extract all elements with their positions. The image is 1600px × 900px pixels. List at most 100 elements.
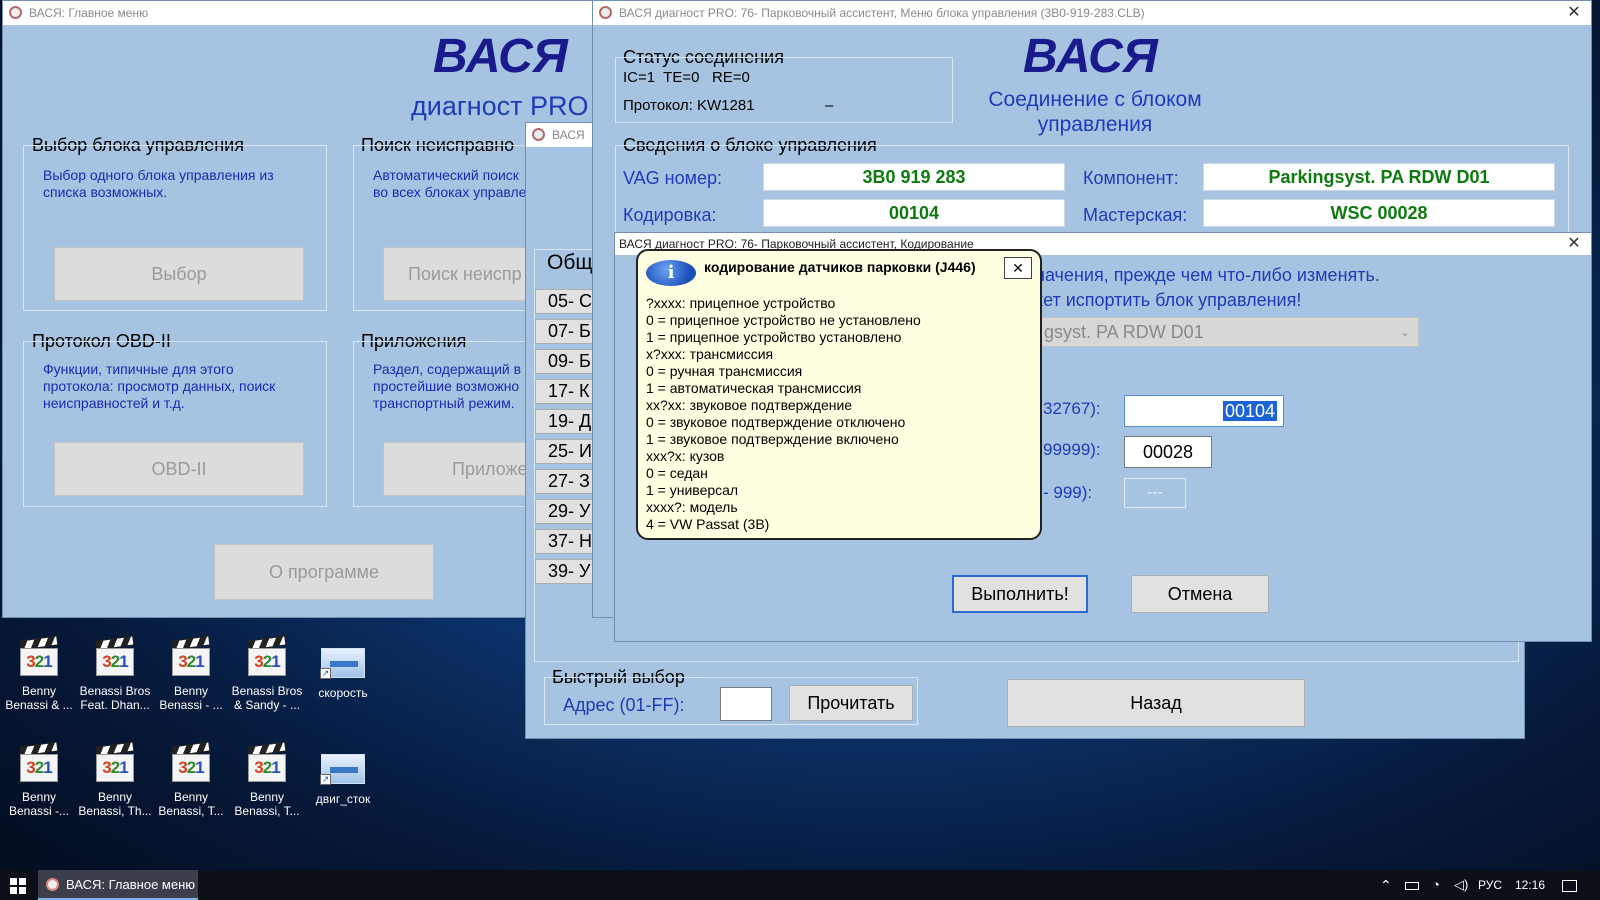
- balloon-title: кодирование датчиков парковки (J446): [704, 259, 976, 275]
- main-menu-window: ВАСЯ: Главное меню ВАСЯ диагност PRO Выб…: [2, 0, 598, 618]
- component-label: Компонент:: [1083, 168, 1179, 188]
- desktop-icon-label: Benassi Bros & Sandy - ...: [231, 684, 303, 712]
- cancel-button[interactable]: Отмена: [1131, 575, 1269, 613]
- desktop-icon[interactable]: 321 Benny Benassi & ...: [0, 635, 78, 712]
- address-input[interactable]: [720, 687, 772, 721]
- clock[interactable]: 12:16: [1515, 870, 1545, 900]
- balloon-line: 0 = седан: [646, 465, 708, 481]
- desktop-icon[interactable]: 321 Benny Benassi, Th...: [76, 741, 154, 818]
- wifi-icon[interactable]: ◔: [1432, 870, 1440, 900]
- protocol-dash: –: [825, 97, 834, 114]
- media-player-classic-icon: 321: [18, 741, 60, 784]
- back-button[interactable]: Назад: [1007, 679, 1305, 727]
- volume-icon[interactable]: ◁): [1454, 870, 1468, 900]
- apps-group-text: Раздел, содержащий в простейшие возможно…: [373, 361, 522, 411]
- control-unit-titlebar[interactable]: ВАСЯ диагност PRO: 76- Парковочный ассис…: [593, 1, 1591, 25]
- media-player-classic-icon: 321: [94, 741, 136, 784]
- balloon-line: 1 = универсал: [646, 482, 739, 498]
- balloon-line: 1 = автоматическая трансмиссия: [646, 380, 862, 396]
- component-combo[interactable]: gsyst. PA RDW D01 ⌄: [1035, 317, 1419, 347]
- close-icon[interactable]: ✕: [1557, 1, 1591, 25]
- warning-line1: начения, прежде чем что-либо изменять.: [1035, 265, 1380, 285]
- warning-line2: кет испортить блок управления!: [1035, 290, 1302, 310]
- balloon-body: ?xxxx: прицепное устройство 0 = прицепное…: [646, 295, 921, 533]
- obd-button[interactable]: OBD-II: [54, 442, 304, 496]
- coding-label: Кодировка:: [623, 205, 717, 225]
- about-button[interactable]: О программе: [214, 544, 434, 600]
- desktop-icon-label: Benny Benassi, Th...: [78, 790, 152, 818]
- desktop-icon-label: скорость: [318, 686, 368, 700]
- select-unit-title: ВАСЯ: [552, 128, 585, 142]
- main-menu-titlebar[interactable]: ВАСЯ: Главное меню: [3, 1, 597, 25]
- desktop-icon-label: Benny Benassi -...: [8, 790, 70, 818]
- notifications-icon[interactable]: [1562, 870, 1577, 900]
- shortcut-icon: ↗: [320, 648, 365, 679]
- desktop-icon[interactable]: ↗ скорость: [304, 638, 382, 700]
- app-icon: [599, 6, 612, 19]
- media-player-classic-icon: 321: [246, 741, 288, 784]
- chevron-down-icon: ⌄: [1399, 325, 1410, 339]
- desktop-icon[interactable]: 321 Benassi Bros & Sandy - ...: [228, 635, 306, 712]
- coding-input[interactable]: 00104: [1124, 395, 1284, 427]
- balloon-line: 0 = ручная трансмиссия: [646, 363, 803, 379]
- balloon-line: xxxx?: модель: [646, 499, 738, 515]
- battery-icon[interactable]: [1405, 870, 1419, 900]
- desktop-icon[interactable]: 321 Benny Benassi - ...: [152, 635, 230, 712]
- windows-start-icon[interactable]: [10, 878, 26, 894]
- taskbar-app-button[interactable]: ВАСЯ: Главное меню: [38, 870, 198, 900]
- vag-label: VAG номер:: [623, 168, 723, 188]
- language-indicator[interactable]: РУС: [1478, 870, 1502, 900]
- address-label: Адрес (01-FF):: [563, 695, 685, 715]
- main-menu-brand: ВАСЯ: [433, 30, 568, 83]
- media-player-classic-icon: 321: [170, 635, 212, 678]
- connection-text: Соединение с блоком управления: [988, 88, 1202, 136]
- balloon-line: 1 = прицепное устройство установлено: [646, 329, 902, 345]
- importer-input[interactable]: ---: [1124, 478, 1186, 508]
- media-player-classic-icon: 321: [246, 635, 288, 678]
- chevron-up-icon[interactable]: ⌃: [1380, 870, 1392, 900]
- coding-help-balloon: i кодирование датчиков парковки (J446) ✕…: [636, 249, 1042, 540]
- execute-button[interactable]: Выполнить!: [952, 575, 1088, 613]
- media-player-classic-icon: 321: [18, 635, 60, 678]
- range2-label: 99999):: [1043, 440, 1101, 459]
- desktop-icon-label: двиг_сток: [315, 792, 371, 806]
- app-icon: [9, 6, 22, 19]
- close-icon[interactable]: ✕: [1557, 233, 1591, 255]
- component-field: Parkingsyst. PA RDW D01: [1203, 163, 1555, 191]
- balloon-line: ?xxxx: прицепное устройство: [646, 295, 836, 311]
- select-group-text: Выбор одного блока управления из списка …: [43, 167, 274, 200]
- select-button[interactable]: Выбор: [54, 247, 304, 301]
- desktop-icon-label: Benny Benassi - ...: [159, 684, 223, 712]
- range1-label: 32767):: [1043, 399, 1101, 418]
- desktop-icon[interactable]: 321 Benny Benassi, T...: [152, 741, 230, 818]
- workshop-field: WSC 00028: [1203, 199, 1555, 227]
- main-menu-title: ВАСЯ: Главное меню: [29, 6, 149, 20]
- unit-list-header: Общ: [547, 251, 593, 274]
- desktop-icon-label: Benassi Bros Feat. Dhan...: [79, 684, 151, 712]
- obd-group-text: Функции, типичные для этого протокола: п…: [43, 361, 276, 411]
- info-icon: i: [646, 260, 696, 286]
- desktop-icon[interactable]: 321 Benassi Bros Feat. Dhan...: [76, 635, 154, 712]
- taskbar: ВАСЯ: Главное меню ⌃ ◔ ◁) РУС 12:16: [0, 870, 1600, 900]
- workshop-input[interactable]: 00028: [1124, 436, 1212, 468]
- desktop-icon-label: Benny Benassi, T...: [234, 790, 300, 818]
- desktop-icon[interactable]: ↗ двиг_сток: [304, 744, 382, 806]
- balloon-line: xxx?x: кузов: [646, 448, 725, 464]
- desktop-icon[interactable]: 321 Benny Benassi, T...: [228, 741, 306, 818]
- media-player-classic-icon: 321: [94, 635, 136, 678]
- desktop-icon-label: Benny Benassi, T...: [158, 790, 224, 818]
- app-icon: [46, 878, 59, 891]
- select-unit-titlebar[interactable]: ВАСЯ: [526, 123, 601, 147]
- balloon-line: x?xxx: трансмиссия: [646, 346, 774, 362]
- control-unit-brand: ВАСЯ: [1023, 30, 1158, 83]
- balloon-line: 0 = звуковое подтверждение отключено: [646, 414, 906, 430]
- desktop-icon-label: Benny Benassi & ...: [5, 684, 73, 712]
- balloon-close-icon[interactable]: ✕: [1004, 257, 1032, 279]
- desktop-icon[interactable]: 321 Benny Benassi -...: [0, 741, 78, 818]
- taskbar-app-label: ВАСЯ: Главное меню: [66, 877, 196, 892]
- read-button[interactable]: Прочитать: [789, 685, 913, 721]
- vag-number-field: 3B0 919 283: [763, 163, 1065, 191]
- coding-field: 00104: [763, 199, 1065, 227]
- protocol-line: Протокол: KW1281: [623, 97, 755, 114]
- balloon-line: 1 = звуковое подтверждение включено: [646, 431, 899, 447]
